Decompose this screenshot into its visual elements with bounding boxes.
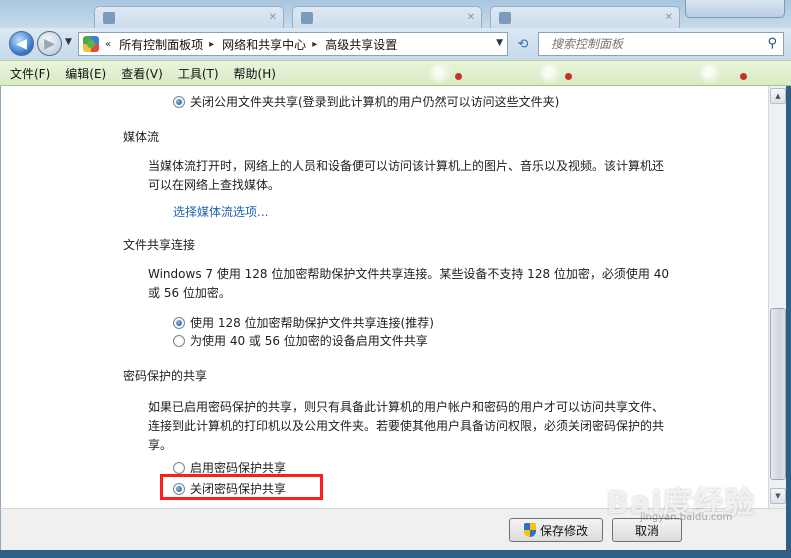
refresh-icon[interactable]: ⟲ [512, 34, 534, 54]
option-label: 使用 128 位加密帮助保护文件共享连接(推荐) [190, 316, 434, 330]
vertical-scrollbar[interactable]: ▲ ▼ [768, 86, 786, 508]
scroll-thumb[interactable] [770, 308, 786, 480]
tab-favicon-icon [301, 11, 313, 24]
menu-view[interactable]: 查看(V) [121, 65, 163, 82]
file-sharing-description: Windows 7 使用 128 位加密帮助保护文件共享连接。某些设备不支持 1… [148, 267, 669, 300]
back-button[interactable]: ◀ [9, 31, 34, 56]
browser-tab-strip: ✕ ✕ ✕ [0, 0, 791, 28]
theme-decoration [430, 63, 452, 85]
file-sharing-section-title: 文件共享连接 [123, 238, 196, 252]
search-box[interactable]: ⚲ [538, 32, 784, 56]
password-section-title: 密码保护的共享 [123, 369, 208, 383]
recent-pages-dropdown-icon[interactable]: ▼ [65, 37, 72, 47]
background-tab[interactable]: ✕ [94, 6, 284, 28]
menu-bar: 文件(F) 编辑(E) 查看(V) 工具(T) 帮助(H) [0, 60, 791, 86]
radio-button[interactable] [173, 461, 185, 474]
tab-favicon-icon [499, 11, 511, 24]
breadcrumb-advanced-sharing[interactable]: 高级共享设置 [325, 36, 397, 53]
radio-button[interactable] [173, 482, 185, 495]
breadcrumb-arrow-icon[interactable]: ▸ [209, 39, 214, 50]
search-icon[interactable]: ⚲ [767, 36, 777, 51]
media-description: 当媒体流打开时，网络上的人员和设备便可以访问该计算机上的图片、音乐以及视频。该计… [148, 159, 665, 192]
background-tab[interactable]: ✕ [292, 6, 482, 28]
password-description: 如果已启用密码保护的共享，则只有具备此计算机的用户帐户和密码的用户才可以访问共享… [148, 400, 665, 452]
uac-shield-icon [523, 523, 536, 537]
media-section-title: 媒体流 [123, 130, 160, 144]
password-on-option[interactable]: 启用密码保护共享 [173, 459, 286, 476]
scroll-up-icon[interactable]: ▲ [770, 88, 786, 104]
breadcrumb-overflow-icon[interactable]: « [105, 39, 111, 50]
address-bar[interactable]: « 所有控制面板项 ▸ 网络和共享中心 ▸ 高级共享设置 ▼ [78, 32, 508, 56]
cancel-label: 取消 [634, 523, 659, 538]
menu-tools[interactable]: 工具(T) [178, 65, 219, 82]
save-changes-button[interactable]: 保存修改 [509, 518, 603, 542]
tab-close-icon[interactable]: ✕ [467, 12, 475, 23]
radio-button[interactable] [173, 95, 185, 108]
option-label: 为使用 40 或 56 位加密的设备启用文件共享 [190, 334, 428, 348]
menu-help[interactable]: 帮助(H) [234, 65, 276, 82]
save-label: 保存修改 [539, 523, 588, 538]
radio-button[interactable] [173, 316, 185, 329]
menu-edit[interactable]: 编辑(E) [65, 65, 106, 82]
forward-button[interactable]: ▶ [37, 31, 62, 56]
control-panel-icon [83, 36, 99, 52]
public-folder-off-option[interactable]: 关闭公用文件夹共享(登录到此计算机的用户仍然可以访问这些文件夹) [173, 93, 559, 110]
breadcrumb-all-items[interactable]: 所有控制面板项 [119, 36, 203, 53]
tab-close-icon[interactable]: ✕ [665, 12, 673, 23]
encryption-40-56-option[interactable]: 为使用 40 或 56 位加密的设备启用文件共享 [173, 332, 428, 349]
option-label: 启用密码保护共享 [190, 461, 287, 475]
media-options-link[interactable]: 选择媒体流选项... [173, 203, 268, 220]
breadcrumb-network-center[interactable]: 网络和共享中心 [222, 36, 306, 53]
radio-button[interactable] [173, 334, 185, 347]
theme-decoration [740, 73, 747, 80]
theme-decoration [455, 73, 462, 80]
background-tab[interactable]: ✕ [490, 6, 680, 28]
theme-decoration [540, 63, 562, 85]
scroll-down-icon[interactable]: ▼ [770, 488, 786, 504]
watermark-url: jingyan.baidu.com [640, 512, 733, 523]
search-input[interactable] [551, 37, 751, 51]
theme-decoration [700, 63, 722, 85]
menu-file[interactable]: 文件(F) [10, 65, 50, 82]
password-off-option[interactable]: 关闭密码保护共享 [173, 480, 286, 497]
theme-decoration [565, 73, 572, 80]
tab-favicon-icon [103, 11, 115, 24]
option-label: 关闭密码保护共享 [190, 482, 287, 496]
breadcrumb-arrow-icon[interactable]: ▸ [312, 39, 317, 50]
navigation-bar: ◀ ▶ ▼ « 所有控制面板项 ▸ 网络和共享中心 ▸ 高级共享设置 ▼ ⟲ ⚲ [0, 28, 791, 60]
tab-close-icon[interactable]: ✕ [269, 12, 277, 23]
settings-content: 关闭公用文件夹共享(登录到此计算机的用户仍然可以访问这些文件夹) 媒体流 当媒体… [0, 86, 768, 508]
encryption-128-option[interactable]: 使用 128 位加密帮助保护文件共享连接(推荐) [173, 314, 434, 331]
window-controls[interactable] [685, 0, 785, 18]
address-dropdown-icon[interactable]: ▼ [496, 38, 503, 48]
option-label: 关闭公用文件夹共享(登录到此计算机的用户仍然可以访问这些文件夹) [190, 95, 560, 109]
window-bottom-edge [0, 550, 791, 558]
